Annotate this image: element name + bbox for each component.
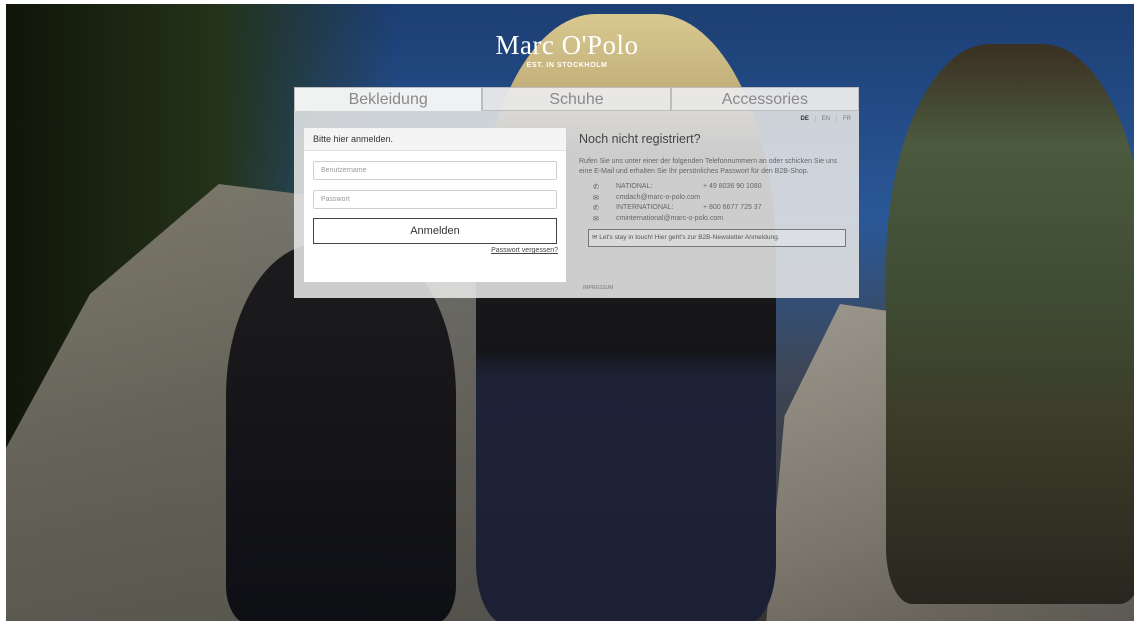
contact-email-dach: ✉ cmdach@marc-o-polo.com: [579, 194, 849, 205]
brand-logo: Marc O'Polo EST. IN STOCKHOLM: [0, 30, 1134, 69]
contact-number[interactable]: + 800 6677 725 37: [703, 204, 762, 211]
contact-international: ✆ INTERNATIONAL: + 800 6677 725 37: [579, 204, 849, 215]
contact-label: NATIONAL:: [616, 183, 653, 190]
tab-bekleidung[interactable]: Bekleidung: [294, 87, 483, 111]
forgot-password-link[interactable]: Passwort vergessen?: [491, 247, 558, 254]
contact-email[interactable]: cminternational@marc-o-polo.com: [616, 215, 723, 222]
newsletter-link[interactable]: ✉ Let's stay in touch! Hier geht's zur B…: [588, 229, 846, 247]
model-right: [886, 44, 1134, 604]
register-section: Noch nicht registriert? Rufen Sie uns un…: [579, 128, 849, 247]
username-input[interactable]: Benutzername: [313, 161, 557, 180]
mail-icon: ✉: [593, 194, 599, 202]
newsletter-label: Let's stay in touch! Hier geht's zur B2B…: [599, 234, 780, 241]
contact-number[interactable]: + 49 8036 90 1080: [703, 183, 762, 190]
password-input[interactable]: Passwort: [313, 190, 557, 209]
mail-icon: ✉: [593, 215, 599, 223]
contact-national: ✆ NATIONAL: + 49 8036 90 1080: [579, 183, 849, 194]
mail-icon: ✉: [592, 234, 598, 241]
register-text: Rufen Sie uns unter einer der folgenden …: [579, 158, 838, 175]
category-tabs: Bekleidung Schuhe Accessories: [294, 87, 859, 111]
impressum-link[interactable]: IMPRESSUM: [583, 285, 613, 291]
lang-de[interactable]: DE: [801, 116, 809, 122]
lang-fr[interactable]: FR: [843, 116, 851, 122]
brand-tagline: EST. IN STOCKHOLM: [526, 62, 608, 69]
login-button[interactable]: Anmelden: [313, 218, 557, 244]
brand-name: Marc O'Polo: [495, 30, 639, 60]
login-form: Bitte hier anmelden. Benutzername Passwo…: [304, 128, 566, 282]
register-title: Noch nicht registriert?: [579, 132, 701, 146]
tab-accessories[interactable]: Accessories: [670, 87, 859, 111]
lang-en[interactable]: EN: [822, 116, 830, 122]
contact-label: INTERNATIONAL:: [616, 204, 674, 211]
phone-icon: ✆: [593, 184, 599, 191]
contact-list: ✆ NATIONAL: + 49 8036 90 1080 ✉ cmdach@m…: [579, 183, 849, 225]
language-switcher: DE | EN | FR: [799, 116, 854, 122]
tab-schuhe[interactable]: Schuhe: [482, 87, 671, 111]
contact-email[interactable]: cmdach@marc-o-polo.com: [616, 194, 700, 201]
login-panel: Bekleidung Schuhe Accessories DE | EN | …: [294, 87, 859, 298]
lang-separator: |: [814, 116, 817, 122]
contact-email-international: ✉ cminternational@marc-o-polo.com: [579, 215, 849, 226]
phone-icon: ✆: [593, 205, 599, 212]
model-left: [226, 244, 456, 621]
lang-separator: |: [835, 116, 838, 122]
login-title: Bitte hier anmelden.: [304, 128, 566, 151]
